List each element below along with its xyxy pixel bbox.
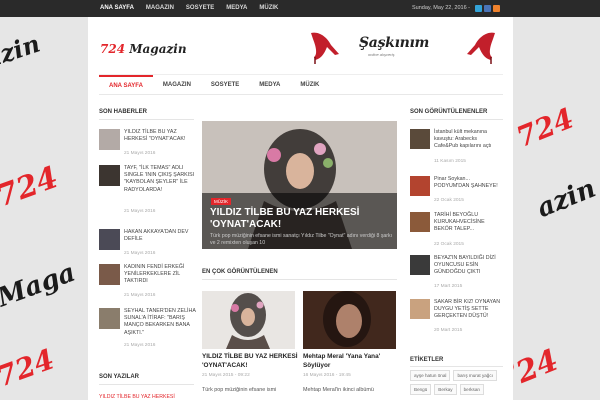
top-nav-muzik[interactable]: MÜZIK [253, 0, 284, 17]
card-title[interactable]: YILDIZ TİLBE BU YAZ HERKESİ 'OYNAT'ACAK! [202, 353, 302, 370]
nav-sosyete[interactable]: SOSYETE [201, 75, 249, 94]
site-logo[interactable]: 724 Magazin [100, 42, 187, 56]
logo-word: Magazin [129, 42, 187, 56]
left-sidebar-second-title: SON YAZILAR [99, 374, 140, 380]
thumbnail[interactable] [410, 212, 430, 232]
list-item-date: 17 Mart 2015 [434, 284, 463, 289]
ad-tagline: online alışveriş [368, 52, 395, 57]
divider [410, 366, 503, 367]
card-excerpt: Türk pop müziğinin efsane ismi [202, 387, 277, 393]
twitter-icon[interactable] [475, 5, 482, 12]
top-nav-home[interactable]: ANA SAYFA [94, 0, 140, 17]
svg-text:Maga: Maga [0, 258, 79, 314]
featured-post[interactable]: MÜZİK YILDIZ TİLBE BU YAZ HERKESİ 'OYNAT… [202, 121, 397, 249]
thumbnail[interactable] [410, 176, 430, 196]
top-date: Sunday, May 22, 2016 - [412, 5, 470, 11]
list-item-date: 21 Mayıs 2016 [124, 293, 156, 298]
page-container: 724 Magazin Şaşkınım online alışveriş AN… [88, 17, 513, 400]
featured-category[interactable]: MÜZİK [211, 198, 231, 205]
divider [99, 119, 194, 120]
top-nav-medya[interactable]: MEDYA [220, 0, 253, 17]
card-image[interactable] [202, 291, 295, 349]
list-item-title[interactable]: İstanbul kült mekanına kavuştu: Arabecks… [434, 129, 502, 151]
tag-cloud: ayşe hatun önal barış murat yağcı Bengü … [410, 370, 505, 395]
list-item-date: 22 Ocak 2015 [434, 198, 464, 203]
tag[interactable]: Berkay [434, 384, 457, 395]
facebook-icon[interactable] [484, 5, 491, 12]
list-item-title[interactable]: TAYF, "İLK TEMAS" ADLI SINGLE 'ININ ÇIKI… [124, 165, 196, 194]
card-title[interactable]: Mehtap Meral 'Yana Yana' Söylüyor [303, 353, 403, 370]
top-bar [0, 0, 600, 17]
nav-magazin[interactable]: MAGAZIN [153, 75, 201, 94]
svg-text:azin: azin [533, 174, 600, 224]
tags-title: ETİKETLER [410, 357, 444, 363]
list-item-title[interactable]: KADININ FENDİ ERKEĞİ YENİLERKEKLERE ZİL … [124, 264, 196, 286]
list-item-date: 11 Kasım 2015 [434, 159, 466, 164]
main-nav: ANA SAYFA MAGAZIN SOSYETE MEDYA MÜZIK [99, 74, 503, 95]
card-excerpt: Mehtap Meral'in ikinci albümü [303, 387, 374, 393]
card-image[interactable] [303, 291, 396, 349]
svg-text:724: 724 [0, 160, 63, 214]
ad-banner[interactable]: Şaşkınım online alışveriş [305, 27, 502, 67]
svg-text:724: 724 [0, 342, 59, 393]
card-date: 21 Mayıs 2015 - 09:22 [202, 373, 250, 378]
card-date: 16 Mayıs 2016 - 19:45 [303, 373, 351, 378]
list-item-date: 21 Mayıs 2016 [124, 209, 156, 214]
svg-text:724: 724 [512, 101, 579, 153]
thumbnail[interactable] [410, 129, 430, 149]
top-nav-sosyete[interactable]: SOSYETE [180, 0, 220, 17]
site-header: 724 Magazin Şaşkınım online alışveriş [88, 17, 513, 73]
featured-title[interactable]: YILDIZ TİLBE BU YAZ HERKESİ 'OYNAT'ACAK! [210, 207, 390, 231]
thumbnail[interactable] [99, 264, 120, 285]
thumbnail[interactable] [410, 299, 430, 319]
list-item-date: 21 Mayıs 2016 [124, 151, 156, 156]
list-item-date: 22 Ocak 2015 [434, 242, 464, 247]
nav-medya[interactable]: MEDYA [249, 75, 290, 94]
logo-number: 724 [100, 42, 126, 56]
nav-home[interactable]: ANA SAYFA [99, 75, 153, 94]
most-viewed-title: EN ÇOK GÖRÜNTÜLENEN [202, 269, 278, 275]
divider [202, 279, 397, 280]
list-item-date: 20 Mart 2015 [434, 328, 463, 333]
thumbnail[interactable] [99, 229, 120, 250]
list-item-title[interactable]: YILDIZ TİLBE BU YAZ HERKESİ "OYNAT'ACAK! [124, 129, 196, 143]
top-nav-magazin[interactable]: MAGAZIN [140, 0, 180, 17]
tag[interactable]: berksan [459, 384, 484, 395]
right-sidebar-title: SON GÖRÜNTÜLENENLER [410, 109, 488, 115]
rss-icon[interactable] [493, 5, 500, 12]
list-item-date: 21 Mayıs 2016 [124, 251, 156, 256]
thumbnail[interactable] [99, 129, 120, 150]
thumbnail[interactable] [99, 165, 120, 186]
list-item-title[interactable]: HAKAN AKKAYA'DAN DEV DEFİLE [124, 229, 196, 243]
list-item-title[interactable]: SAKAR BİR KIZ! OYNAYAN DUYGU YETİŞ SETTE… [434, 299, 502, 321]
thumbnail[interactable] [99, 308, 120, 329]
list-item-title[interactable]: BEYAZ'IN BAYILDIĞI DİZİ OYUNCUSU ESİN GÜ… [434, 255, 502, 277]
tag[interactable]: barış murat yağcı [453, 370, 497, 381]
top-nav: ANA SAYFA MAGAZIN SOSYETE MEDYA MÜZIK [94, 0, 284, 17]
ad-brand: Şaşkınım [359, 35, 429, 51]
list-item-title[interactable]: TARİHİ BEYOĞLU KURUKAHVECİSİNE BEKÖR TAL… [434, 212, 502, 234]
left-sidebar-title: SON HABERLER [99, 109, 148, 115]
tag[interactable]: ayşe hatun önal [410, 370, 451, 381]
son-yazilar-item[interactable]: YILDIZ TİLBE BU YAZ HERKESİ [99, 394, 175, 400]
divider [99, 384, 194, 385]
list-item-title[interactable]: SEYHAL TANER'DEN ZELİHA SUNAL'A İTİRAF: … [124, 308, 196, 337]
list-item-date: 21 Mayıs 2016 [124, 343, 156, 348]
tag[interactable]: Bengü [410, 384, 432, 395]
list-item-title[interactable]: Pinar Soykan... PODYUM'DAN ŞAHNEYE! [434, 176, 502, 190]
svg-text:azin: azin [0, 29, 43, 74]
thumbnail[interactable] [410, 255, 430, 275]
divider [410, 119, 503, 120]
featured-excerpt: Türk pop müziğinin efsane ismi sanatçı Y… [210, 233, 393, 246]
nav-muzik[interactable]: MÜZIK [290, 75, 329, 94]
